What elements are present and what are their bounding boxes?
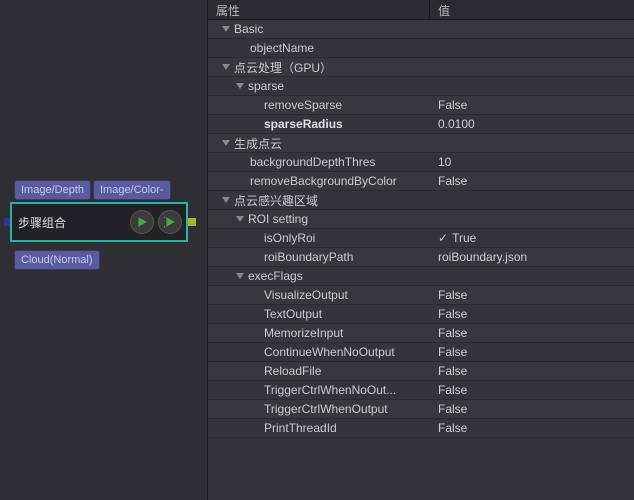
value-MemorizeInput[interactable]: False xyxy=(430,326,634,340)
group-generate[interactable]: 生成点云 xyxy=(208,134,634,153)
expand-icon xyxy=(222,140,230,146)
prop-removeBackgroundByColor[interactable]: removeBackgroundByColor False xyxy=(208,172,634,191)
prop-sparseRadius[interactable]: sparseRadius 0.0100 xyxy=(208,115,634,134)
group-roi-setting[interactable]: ROI setting xyxy=(208,210,634,229)
expand-icon xyxy=(236,273,244,279)
expand-icon xyxy=(222,64,230,70)
value-TriggerCtrlWhenOutput[interactable]: False xyxy=(430,402,634,416)
expand-icon xyxy=(236,216,244,222)
value-ContinueWhenNoOutput[interactable]: False xyxy=(430,345,634,359)
node-title: 步骤组合 xyxy=(12,214,130,231)
value-isOnlyRoi[interactable]: ✓True xyxy=(430,231,634,245)
value-ReloadFile[interactable]: False xyxy=(430,364,634,378)
check-icon: ✓ xyxy=(438,231,448,245)
value-removeBackgroundByColor[interactable]: False xyxy=(430,174,634,188)
group-sparse[interactable]: sparse xyxy=(208,77,634,96)
prop-TextOutput[interactable]: TextOutput False xyxy=(208,305,634,324)
value-removeSparse[interactable]: False xyxy=(430,98,634,112)
group-basic[interactable]: Basic xyxy=(208,20,634,39)
prop-ReloadFile[interactable]: ReloadFile False xyxy=(208,362,634,381)
prop-roiBoundaryPath[interactable]: roiBoundaryPath roiBoundary.json xyxy=(208,248,634,267)
value-backgroundDepthThres[interactable]: 10 xyxy=(430,155,634,169)
prop-objectName[interactable]: objectName xyxy=(208,39,634,58)
value-VisualizeOutput[interactable]: False xyxy=(430,288,634,302)
node-input-ports: Image/Depth Image/Color- xyxy=(14,180,171,200)
expand-icon xyxy=(222,26,230,32)
output-port-cloud[interactable]: Cloud(Normal) xyxy=(14,250,100,270)
input-port-color[interactable]: Image/Color- xyxy=(93,180,171,200)
prop-TriggerCtrlWhenNoOut[interactable]: TriggerCtrlWhenNoOut... False xyxy=(208,381,634,400)
prop-ContinueWhenNoOutput[interactable]: ContinueWhenNoOutput False xyxy=(208,343,634,362)
play-loop-button[interactable] xyxy=(158,210,182,234)
group-roi[interactable]: 点云感兴趣区域 xyxy=(208,191,634,210)
prop-backgroundDepthThres[interactable]: backgroundDepthThres 10 xyxy=(208,153,634,172)
node-canvas[interactable]: Image/Depth Image/Color- 步骤组合 Cloud(Norm… xyxy=(0,0,207,500)
prop-removeSparse[interactable]: removeSparse False xyxy=(208,96,634,115)
value-TriggerCtrlWhenNoOut[interactable]: False xyxy=(430,383,634,397)
node-step-combination[interactable]: 步骤组合 xyxy=(10,202,188,242)
property-panel: 属性 值 Basic objectName 点云处理（GPU） sparse r… xyxy=(207,0,634,500)
input-port-depth[interactable]: Image/Depth xyxy=(14,180,91,200)
header-property[interactable]: 属性 xyxy=(208,0,430,19)
prop-PrintThreadId[interactable]: PrintThreadId False xyxy=(208,419,634,438)
group-execFlags[interactable]: execFlags xyxy=(208,267,634,286)
expand-icon xyxy=(222,197,230,203)
value-PrintThreadId[interactable]: False xyxy=(430,421,634,435)
prop-VisualizeOutput[interactable]: VisualizeOutput False xyxy=(208,286,634,305)
play-button[interactable] xyxy=(130,210,154,234)
value-TextOutput[interactable]: False xyxy=(430,307,634,321)
prop-MemorizeInput[interactable]: MemorizeInput False xyxy=(208,324,634,343)
prop-isOnlyRoi[interactable]: isOnlyRoi ✓True xyxy=(208,229,634,248)
connector-out[interactable] xyxy=(188,218,196,226)
value-sparseRadius[interactable]: 0.0100 xyxy=(430,117,634,131)
header-value[interactable]: 值 xyxy=(430,0,634,19)
expand-icon xyxy=(236,83,244,89)
property-tree: Basic objectName 点云处理（GPU） sparse remove… xyxy=(208,20,634,438)
group-gpu[interactable]: 点云处理（GPU） xyxy=(208,58,634,77)
prop-TriggerCtrlWhenOutput[interactable]: TriggerCtrlWhenOutput False xyxy=(208,400,634,419)
panel-header: 属性 值 xyxy=(208,0,634,20)
value-roiBoundaryPath[interactable]: roiBoundary.json xyxy=(430,250,634,264)
